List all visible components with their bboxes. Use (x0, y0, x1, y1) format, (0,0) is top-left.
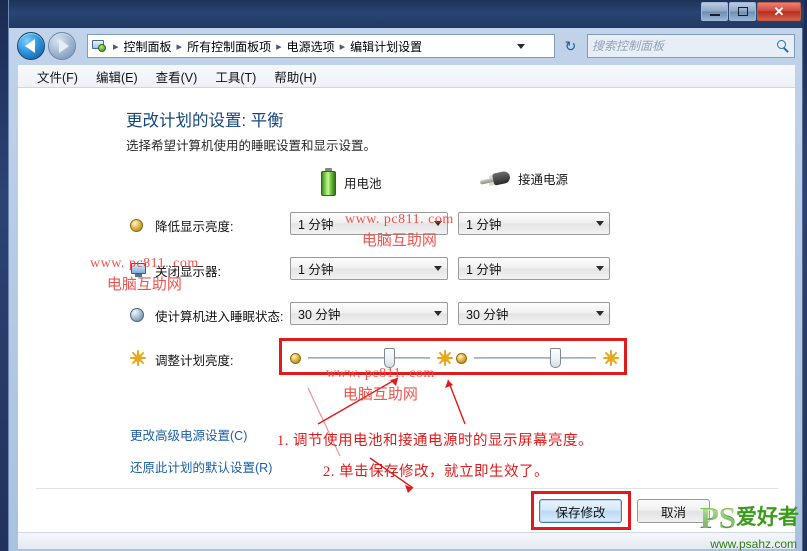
menu-edit[interactable]: 编辑(E) (87, 65, 147, 88)
link-advanced-power-settings[interactable]: 更改高级电源设置(C) (130, 425, 247, 444)
refresh-icon: ↻ (564, 37, 577, 54)
page-title: 更改计划的设置: 平衡 (126, 112, 284, 130)
dropdown-value: 1 分钟 (298, 218, 334, 232)
back-button[interactable] (17, 32, 45, 60)
close-icon: ✕ (773, 4, 785, 19)
battery-icon (321, 168, 336, 196)
maximize-button[interactable] (729, 2, 756, 21)
chevron-down-icon (595, 221, 604, 226)
chevron-down-icon (595, 266, 604, 271)
annotation-1: 1. 调节使用电池和接通电源时的显示屏幕亮度。 (277, 433, 593, 449)
forward-button[interactable] (48, 32, 76, 60)
back-arrow-icon (25, 39, 35, 53)
save-button-highlight-box (531, 491, 631, 530)
dropdown-sleep-plugged[interactable]: 30 分钟 (458, 302, 610, 325)
setting-label-sleep: 使计算机进入睡眠状态: (155, 309, 284, 324)
column-header-battery: 用电池 (321, 168, 382, 196)
annotation-2: 2. 单击保存修改，就立即生效了。 (323, 464, 549, 480)
forward-arrow-icon (59, 39, 69, 53)
setting-label-brightness: 调整计划亮度: (155, 353, 234, 368)
search-input[interactable] (592, 39, 777, 53)
chevron-down-icon (595, 311, 604, 316)
brand-row: PS 爱好者 (699, 500, 799, 535)
chevron-down-icon (433, 311, 442, 316)
control-panel-icon (91, 38, 108, 54)
breadcrumb-separator: ▸ (176, 40, 183, 53)
slider-highlight-box (279, 338, 627, 375)
dropdown-value: 30 分钟 (298, 308, 341, 322)
menu-help[interactable]: 帮助(H) (265, 65, 325, 88)
chevron-down-icon (433, 266, 442, 271)
menu-bar: 文件(F) 编辑(E) 查看(V) 工具(T) 帮助(H) (18, 65, 795, 88)
chevron-down-icon (433, 221, 442, 226)
breadcrumb-item-1[interactable]: 所有控制面板项 (185, 38, 273, 55)
monitor-icon (130, 261, 148, 279)
search-icon (777, 39, 790, 53)
dropdown-value: 1 分钟 (466, 218, 502, 232)
brand-ps-text: PS (699, 500, 736, 535)
power-plug-icon (479, 168, 512, 188)
dropdown-value: 30 分钟 (466, 308, 509, 322)
content-pane: 更改计划的设置: 平衡 选择希望计算机使用的睡眠设置和显示设置。 用电池 接通电… (18, 88, 795, 532)
menu-file[interactable]: 文件(F) (28, 65, 87, 88)
breadcrumb-separator: ▸ (113, 40, 119, 53)
window-controls: ✕ (701, 2, 801, 21)
maximize-icon (737, 7, 748, 16)
dropdown-turn-off-display-plugged[interactable]: 1 分钟 (458, 257, 610, 280)
breadcrumb-item-0[interactable]: 控制面板 (122, 38, 174, 55)
menu-view[interactable]: 查看(V) (147, 65, 207, 88)
setting-label-dim-display: 降低显示亮度: (155, 219, 234, 234)
dropdown-turn-off-display-battery[interactable]: 1 分钟 (290, 257, 448, 280)
status-bar (18, 532, 795, 549)
dim-brightness-icon (130, 216, 148, 234)
brand-cn-text: 爱好者 (736, 505, 799, 530)
dropdown-dim-display-battery[interactable]: 1 分钟 (290, 212, 448, 235)
dropdown-dim-display-plugged[interactable]: 1 分钟 (458, 212, 610, 235)
dropdown-sleep-battery[interactable]: 30 分钟 (290, 302, 448, 325)
minimize-button[interactable] (701, 2, 728, 21)
watermark-cn: 电脑互助网 (342, 387, 418, 403)
chevron-down-icon (517, 43, 525, 49)
minimize-icon (709, 14, 720, 16)
setting-label-turn-off-display: 关闭显示器: (155, 264, 221, 279)
dropdown-value: 1 分钟 (298, 263, 334, 277)
page-subtitle: 选择希望计算机使用的睡眠设置和显示设置。 (126, 139, 377, 153)
link-restore-defaults[interactable]: 还原此计划的默认设置(R) (130, 457, 272, 476)
breadcrumb-item-3[interactable]: 编辑计划设置 (348, 38, 424, 55)
breadcrumb-item-2[interactable]: 电源选项 (285, 38, 337, 55)
brand-url: www.psahz.com (710, 537, 797, 551)
sun-icon (130, 350, 148, 368)
footer-divider (36, 488, 778, 489)
sleep-moon-icon (130, 306, 148, 324)
breadcrumb-separator: ▸ (276, 40, 282, 53)
search-box[interactable] (587, 34, 795, 58)
refresh-button[interactable]: ↻ (559, 34, 582, 58)
dropdown-value: 1 分钟 (466, 263, 502, 277)
close-button[interactable]: ✕ (757, 2, 801, 21)
column-header-plugged: 接通电源 (479, 168, 569, 188)
column-label-plugged: 接通电源 (518, 172, 569, 187)
control-panel-window: ✕ ▸ 控制面板 ▸ 所有控制面板项 ▸ 电源选项 ▸ 编辑计划设置 ↻ 搜索控… (8, 0, 804, 551)
menu-tools[interactable]: 工具(T) (206, 65, 265, 88)
breadcrumb-separator: ▸ (339, 40, 346, 53)
screen-root: ✕ ▸ 控制面板 ▸ 所有控制面板项 ▸ 电源选项 ▸ 编辑计划设置 ↻ 搜索控… (0, 0, 807, 551)
column-label-battery: 用电池 (344, 176, 382, 191)
breadcrumb[interactable]: ▸ 控制面板 ▸ 所有控制面板项 ▸ 电源选项 ▸ 编辑计划设置 (87, 34, 555, 58)
brand-watermark: PS 爱好者 www.psahz.com (681, 500, 803, 551)
address-bar: ▸ 控制面板 ▸ 所有控制面板项 ▸ 电源选项 ▸ 编辑计划设置 ↻ (9, 28, 804, 65)
title-bar: ✕ (9, 0, 804, 28)
breadcrumb-dropdown-button[interactable] (512, 35, 530, 57)
